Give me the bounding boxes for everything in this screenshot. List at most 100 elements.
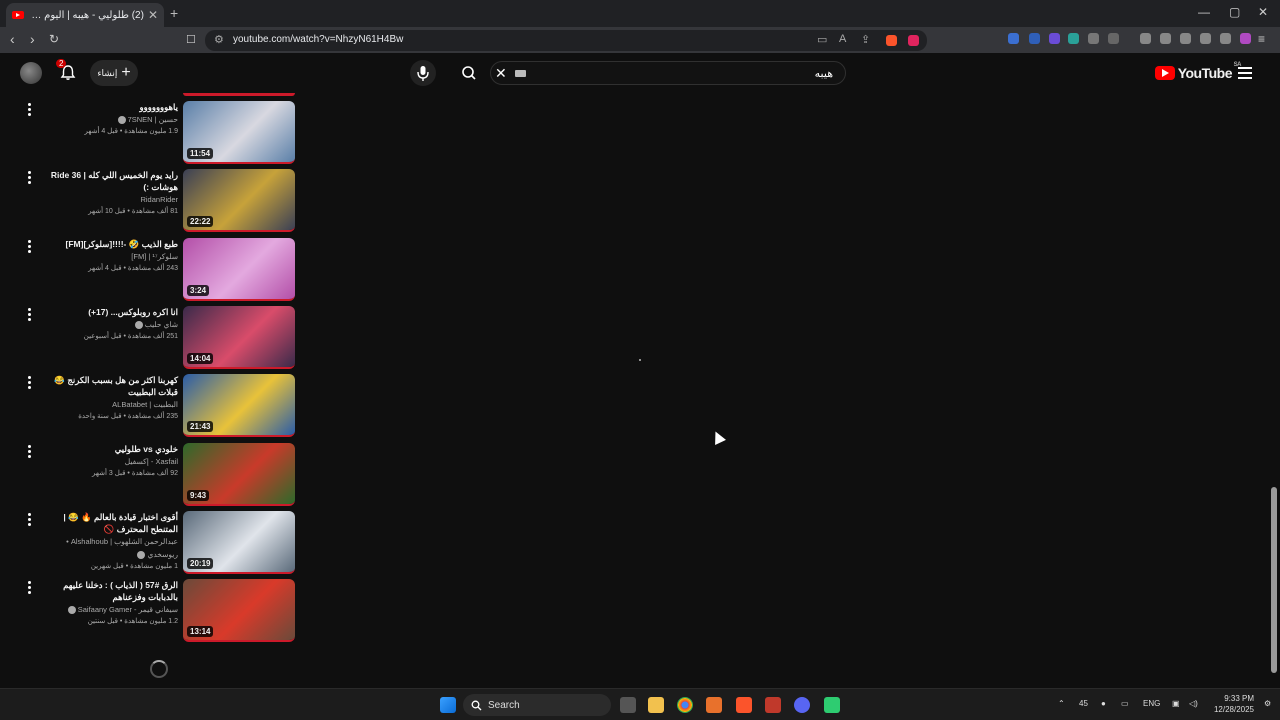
- leo-ai-icon[interactable]: [1200, 33, 1211, 44]
- notification-center-icon[interactable]: ⚙: [1264, 699, 1271, 708]
- discord-icon[interactable]: [794, 697, 810, 713]
- more-actions-icon[interactable]: [28, 376, 34, 391]
- maximize-icon[interactable]: ▢: [1229, 5, 1240, 19]
- video-title[interactable]: خلودي vs طلوليي: [40, 443, 178, 455]
- channel-name[interactable]: عبدالرحمن الشلهوب | Alshalhoub • ريوسخدي: [40, 535, 178, 561]
- more-actions-icon[interactable]: [28, 581, 34, 596]
- reload-icon[interactable]: ↻: [49, 32, 59, 46]
- video-title[interactable]: كهربنا اكثر من هل بسبب الكرنج 😂 قبلات ال…: [40, 374, 178, 398]
- cast-icon[interactable]: ▭: [817, 33, 827, 46]
- page-scrollbar[interactable]: [1270, 95, 1278, 685]
- taskbar-clock[interactable]: 9:33 PM 12/28/2025: [1214, 693, 1254, 715]
- chrome-icon[interactable]: [677, 697, 693, 713]
- list-item[interactable]: الرق #57 ( الذياب ) : دخلنا عليهم بالدبا…: [0, 579, 300, 643]
- sidebar-icon[interactable]: [1160, 33, 1171, 44]
- tray-keyboard-icon[interactable]: ▭: [1121, 699, 1129, 708]
- video-thumbnail[interactable]: 11:54: [183, 101, 295, 164]
- translate-icon[interactable]: A: [839, 33, 846, 45]
- windows-start-icon[interactable]: [440, 697, 456, 713]
- video-title[interactable]: ياهووووووو: [40, 101, 178, 113]
- app-icon-red[interactable]: [765, 697, 781, 713]
- more-actions-icon[interactable]: [28, 171, 34, 186]
- guide-menu-icon[interactable]: [1238, 67, 1252, 82]
- voice-search-button[interactable]: [410, 60, 436, 86]
- keyboard-icon[interactable]: [515, 70, 526, 77]
- share-icon[interactable]: ⇪: [861, 33, 870, 46]
- more-actions-icon[interactable]: [28, 445, 34, 460]
- app-icon-orange[interactable]: [706, 697, 722, 713]
- list-item[interactable]: ياهووووووو حسين | 7SNEN 1.9 مليون مشاهدة •…: [0, 101, 300, 165]
- brave-shields-icon[interactable]: [886, 35, 897, 46]
- tray-overflow-icon[interactable]: ⌃: [1058, 699, 1065, 708]
- app-icon-green[interactable]: [824, 697, 840, 713]
- clear-search-icon[interactable]: ✕: [495, 65, 507, 82]
- menu-icon[interactable]: ≡: [1258, 32, 1265, 46]
- extensions-puzzle-icon[interactable]: [1088, 33, 1099, 44]
- create-button[interactable]: إنشاء +: [90, 60, 138, 86]
- browser-tab-youtube[interactable]: (2) طلوليي - هيبه | اليوم الوطني :) ✕: [6, 3, 164, 27]
- extension-icon-2[interactable]: [1029, 33, 1040, 44]
- video-thumbnail[interactable]: 9:43: [183, 443, 295, 506]
- task-view-icon[interactable]: [620, 697, 636, 713]
- brave-rewards-icon[interactable]: [908, 35, 919, 46]
- video-thumbnail[interactable]: 21:43: [183, 374, 295, 437]
- list-item[interactable]: طبع الذيب 🤣 -!!!![سلوكر][FM] سلوكر¹⁷ | [F…: [0, 238, 300, 302]
- video-title[interactable]: أقوى اختبار قيادة بالعالم 🔥 😂 | المتنطح …: [40, 511, 178, 535]
- network-icon[interactable]: ▣: [1172, 699, 1180, 708]
- search-button[interactable]: [456, 61, 482, 85]
- tab-close-icon[interactable]: ✕: [148, 8, 158, 22]
- channel-name[interactable]: سيفاني قيمر - Saifaany Gamer: [40, 603, 178, 616]
- scrollbar-thumb[interactable]: [1271, 487, 1277, 673]
- profile-icon[interactable]: [1240, 33, 1251, 44]
- list-item[interactable]: انا اكره روبلوكس... (17+) شاي حليب 251 ألف…: [0, 306, 300, 370]
- language-indicator[interactable]: ENG: [1143, 699, 1160, 708]
- address-bar[interactable]: ⚙ youtube.com/watch?v=NhzyN61H4Bw ▭ A ⇪: [205, 30, 927, 51]
- list-item[interactable]: رايد يوم الخميس اللي كله | Ride 36 هوشات…: [0, 169, 300, 233]
- channel-name[interactable]: Xasfail - إكسفيل: [40, 455, 178, 468]
- channel-name[interactable]: شاي حليب: [40, 318, 178, 331]
- extension-icon-1[interactable]: [1008, 33, 1019, 44]
- new-tab-button[interactable]: +: [170, 5, 178, 21]
- extension-icon-4[interactable]: [1068, 33, 1079, 44]
- wallet-icon[interactable]: [1180, 33, 1191, 44]
- list-item[interactable]: كهربنا اكثر من هل بسبب الكرنج 😂 قبلات ال…: [0, 374, 300, 438]
- more-actions-icon[interactable]: [28, 103, 34, 118]
- more-actions-icon[interactable]: [28, 513, 34, 528]
- search-input[interactable]: ✕ هيبه: [490, 61, 846, 85]
- forward-icon[interactable]: ›: [30, 31, 35, 47]
- list-item[interactable]: خلودي vs طلوليي Xasfail - إكسفيل 92 ألف مش…: [0, 443, 300, 507]
- channel-name[interactable]: سلوكر¹⁷ | [FM]: [40, 250, 178, 263]
- vpn-icon[interactable]: [1220, 33, 1231, 44]
- media-icon[interactable]: [1140, 33, 1151, 44]
- video-thumbnail[interactable]: 14:04: [183, 306, 295, 369]
- brave-browser-icon[interactable]: [736, 697, 752, 713]
- video-title[interactable]: انا اكره روبلوكس... (17+): [40, 306, 178, 318]
- tray-mic-icon[interactable]: ●: [1101, 699, 1106, 708]
- video-thumbnail[interactable]: 22:22: [183, 169, 295, 232]
- more-actions-icon[interactable]: [28, 308, 34, 323]
- taskbar-search[interactable]: Search: [463, 694, 611, 716]
- video-title[interactable]: الرق #57 ( الذياب ) : دخلنا عليهم بالدبا…: [40, 579, 178, 603]
- window-close-icon[interactable]: ✕: [1258, 5, 1268, 19]
- video-thumbnail[interactable]: 20:19: [183, 511, 295, 574]
- avatar[interactable]: [20, 62, 42, 84]
- back-icon[interactable]: ‹: [10, 31, 15, 47]
- video-title[interactable]: طبع الذيب 🤣 -!!!![سلوكر][FM]: [40, 238, 178, 250]
- bookmark-icon[interactable]: ☐: [186, 33, 196, 46]
- list-item[interactable]: أقوى اختبار قيادة بالعالم 🔥 😂 | المتنطح …: [0, 511, 300, 575]
- minimize-icon[interactable]: —: [1198, 5, 1210, 19]
- file-explorer-icon[interactable]: [648, 697, 664, 713]
- video-thumbnail[interactable]: 3:24: [183, 238, 295, 301]
- youtube-logo[interactable]: YouTube SA: [1154, 62, 1242, 81]
- more-actions-icon[interactable]: [28, 240, 34, 255]
- speaker-icon[interactable]: ◁): [1189, 699, 1198, 708]
- notifications-button[interactable]: 2: [56, 59, 78, 83]
- site-info-icon[interactable]: ⚙: [214, 33, 224, 46]
- video-title[interactable]: رايد يوم الخميس اللي كله | Ride 36 هوشات…: [40, 169, 178, 193]
- channel-name[interactable]: البطبيت | ALBatabet: [40, 398, 178, 411]
- channel-name[interactable]: RidanRider: [40, 193, 178, 206]
- extension-icon-5[interactable]: [1108, 33, 1119, 44]
- channel-name[interactable]: حسين | 7SNEN: [40, 113, 178, 126]
- video-thumbnail[interactable]: 13:14: [183, 579, 295, 642]
- extension-icon-3[interactable]: [1049, 33, 1060, 44]
